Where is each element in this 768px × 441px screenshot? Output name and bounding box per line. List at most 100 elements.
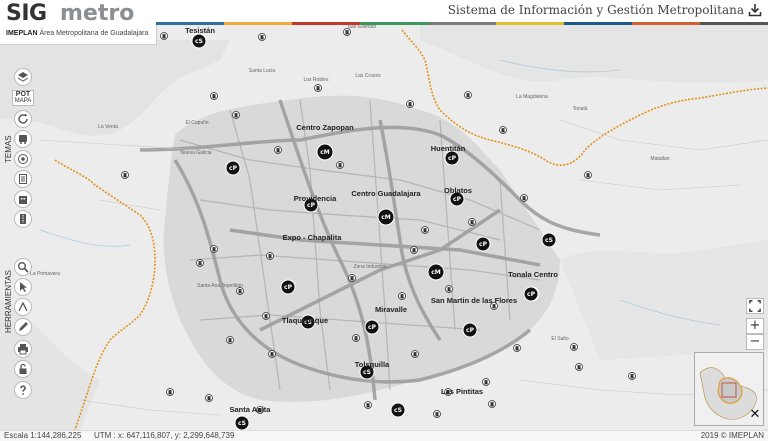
bus-icon <box>19 135 27 144</box>
status-bar: Escala 1:144,286,225 UTM : x: 647,116,80… <box>0 430 768 441</box>
locality-label: La Magdalena <box>516 94 548 100</box>
city-label: Miravalle <box>375 305 407 314</box>
equipment-marker-label: E <box>366 403 369 409</box>
zoom-in-button[interactable]: + <box>746 318 764 334</box>
center-marker-label: cP <box>307 202 316 209</box>
help-icon <box>20 385 26 395</box>
search-icon <box>18 262 29 273</box>
center-marker[interactable]: cP <box>364 319 380 335</box>
fullscreen-icon <box>749 300 761 312</box>
equipment-marker-label: E <box>338 163 341 169</box>
center-marker[interactable]: cP <box>280 279 296 295</box>
document-icon <box>19 174 27 184</box>
logo[interactable]: SIG metro IMEPLAN Área Metropolitana de … <box>0 0 157 45</box>
city-label: Tolsquilla <box>355 360 390 369</box>
center-marker[interactable]: cP <box>475 236 491 252</box>
print-button[interactable] <box>14 340 32 358</box>
center-marker[interactable]: cP <box>444 150 460 166</box>
city-label: San Martin de las Flores <box>431 296 517 305</box>
center-marker[interactable]: cM <box>316 143 334 161</box>
equipment-marker-label: E <box>228 338 231 344</box>
locality-label: El Salto <box>551 336 568 342</box>
center-marker[interactable]: cM <box>427 263 445 281</box>
transport-button[interactable] <box>14 130 32 148</box>
center-marker[interactable]: cM <box>377 208 395 226</box>
center-marker-label: cS <box>545 237 553 244</box>
equipment-marker-label: E <box>264 314 267 320</box>
city-label: Tonala Centro <box>508 270 558 279</box>
equipment-marker-label: E <box>345 30 348 36</box>
document-button[interactable] <box>14 170 32 188</box>
help-button[interactable] <box>14 381 32 399</box>
road-icon <box>20 214 26 224</box>
layers-button[interactable] <box>14 68 32 86</box>
equipment-marker-label: E <box>586 173 589 179</box>
center-marker-label: cP <box>368 324 377 331</box>
equipment-marker-label: E <box>490 402 493 408</box>
equipment-marker-label: E <box>630 374 633 380</box>
center-marker-label: cM <box>431 269 441 276</box>
equipment-marker-label: E <box>413 352 416 358</box>
city-label: Tlaquepaque <box>282 316 328 325</box>
locality-label: La Primavera <box>30 271 60 277</box>
zoom-out-button[interactable]: − <box>746 334 764 350</box>
print-icon <box>18 344 28 355</box>
download-icon[interactable] <box>748 3 762 17</box>
logo-sig: SIG <box>6 1 47 26</box>
lock-button[interactable] <box>14 360 32 378</box>
city-label: Oblatos <box>444 186 472 195</box>
center-marker-label: cP <box>448 155 457 162</box>
center-marker[interactable]: cP <box>225 160 241 176</box>
center-marker[interactable]: cS <box>234 415 250 431</box>
scale-readout: Escala 1:144,286,225 <box>4 431 82 440</box>
copyright: 2019 © IMEPLAN <box>700 431 764 440</box>
logo-org: IMEPLAN <box>6 30 38 37</box>
city-label: Centro Guadalajara <box>351 189 421 198</box>
center-marker[interactable]: cS <box>390 402 406 418</box>
equipment-marker-label: E <box>234 113 237 119</box>
center-marker[interactable]: cS <box>541 232 557 248</box>
center-marker-label: cS <box>394 407 402 414</box>
refresh-button[interactable] <box>14 110 32 128</box>
logo-metro: metro <box>60 1 135 26</box>
building-icon <box>19 196 27 204</box>
header-bar: Sistema de Información y Gestión Metropo… <box>156 0 768 22</box>
center-marker-label: cP <box>527 291 536 298</box>
measure-button[interactable] <box>14 298 32 316</box>
locality-label: Tonalá <box>573 106 588 112</box>
equipment-marker-label: E <box>212 247 215 253</box>
target-button[interactable] <box>14 150 32 168</box>
fullscreen-button[interactable] <box>746 298 764 314</box>
cursor-icon <box>20 282 27 292</box>
center-marker-label: cS <box>238 420 246 427</box>
locality-label: Las Cruces <box>355 73 381 79</box>
search-button[interactable] <box>14 258 32 276</box>
logo-org-full: Área Metropolitana de Guadalajara <box>39 30 149 37</box>
equipment-marker-label: E <box>470 220 473 226</box>
equipment-marker-label: E <box>522 196 525 202</box>
equipment-marker-label: E <box>423 228 426 234</box>
close-minimap-button[interactable]: ✕ <box>748 408 762 422</box>
select-button[interactable] <box>14 278 32 296</box>
draw-button[interactable] <box>14 318 32 336</box>
metro-map[interactable]: E E E E E E E E E E E E E E E E E E E E E E E E E E E E E E E E E E E E E E E E… <box>0 0 768 440</box>
locality-label: Nueva Galicia <box>180 150 211 156</box>
measure-icon <box>18 301 28 312</box>
building-button[interactable] <box>14 190 32 208</box>
center-marker[interactable]: cP <box>523 286 539 302</box>
equipment-marker-label: E <box>501 128 504 134</box>
equipment-marker-label: E <box>408 102 411 108</box>
center-marker[interactable]: cP <box>462 322 478 338</box>
refresh-icon <box>18 113 28 124</box>
city-label: Centro Zapopan <box>296 123 354 132</box>
equipment-marker-label: E <box>270 352 273 358</box>
center-marker-label: cP <box>479 241 488 248</box>
city-label: Santa Anita <box>230 405 272 414</box>
center-marker-label: cM <box>381 214 391 221</box>
pot-sub: MAPA <box>14 98 32 104</box>
road-button[interactable] <box>14 210 32 228</box>
lock-icon <box>19 363 27 374</box>
center-marker[interactable]: cS <box>191 33 207 49</box>
equipment-marker-label: E <box>268 254 271 260</box>
pot-button[interactable]: POT MAPA <box>12 90 34 106</box>
